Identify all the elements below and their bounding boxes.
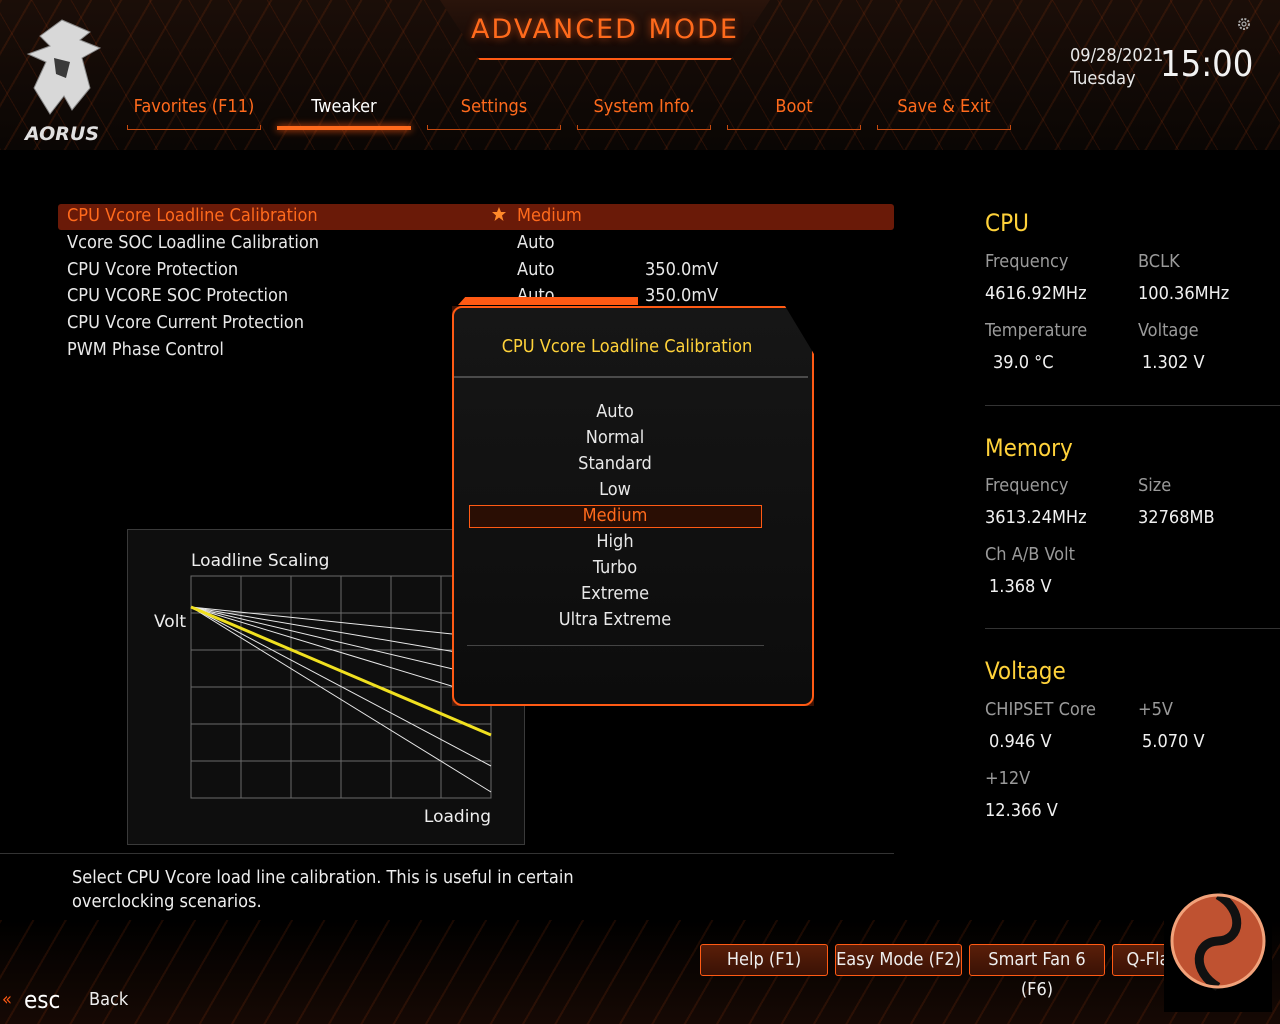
memory-size-value: 32768MB xyxy=(1138,507,1215,528)
tab-label: Save & Exit xyxy=(897,96,991,117)
plus5v-label: +5V xyxy=(1138,699,1173,720)
setting-value[interactable]: Auto xyxy=(517,232,555,259)
memory-frequency-label: Frequency xyxy=(985,475,1069,496)
tab-label: Favorites (F11) xyxy=(133,96,255,117)
memory-chab-value: 1.368 V xyxy=(989,576,1052,597)
memory-heading: Memory xyxy=(985,434,1073,462)
brand-text: AORUS xyxy=(23,123,99,145)
memory-chab-label: Ch A/B Volt xyxy=(985,544,1075,565)
date-text: 09/28/2021 xyxy=(1070,45,1164,66)
cpu-voltage-value: 1.302 V xyxy=(1142,352,1205,373)
tab-favorites[interactable]: Favorites (F11) xyxy=(127,96,261,130)
memory-size-label: Size xyxy=(1138,475,1172,496)
plus12v-value: 12.366 V xyxy=(985,800,1058,821)
gear-icon[interactable] xyxy=(1236,16,1252,32)
popup-option-auto[interactable]: Auto xyxy=(452,401,778,427)
date-display: 09/28/2021 Tuesday xyxy=(1070,44,1163,90)
cpu-temperature-value: 39.0 °C xyxy=(993,352,1054,373)
setting-extra-value: 350.0mV xyxy=(645,259,719,280)
setting-cpu-vcore-protection[interactable]: CPU Vcore Protection xyxy=(67,259,238,286)
voltage-heading: Voltage xyxy=(985,657,1066,685)
description-divider xyxy=(0,853,894,854)
tab-label: Settings xyxy=(460,96,528,117)
star-icon xyxy=(492,207,506,221)
cpu-temperature-label: Temperature xyxy=(985,320,1088,341)
graph-y-label: Volt xyxy=(154,612,186,632)
kitguru-logo xyxy=(1164,870,1272,1012)
tab-label: Tweaker xyxy=(311,96,377,117)
cpu-frequency-label: Frequency xyxy=(985,251,1069,272)
plus5v-value: 5.070 V xyxy=(1142,731,1205,752)
setting-cpu-vcore-soc-protection[interactable]: CPU VCORE SOC Protection xyxy=(67,285,288,312)
graph-x-label: Loading xyxy=(424,807,491,827)
popup-option-low[interactable]: Low xyxy=(452,479,778,505)
help-description: Select CPU Vcore load line calibration. … xyxy=(72,867,574,912)
tab-system-info[interactable]: System Info. xyxy=(577,96,711,130)
tab-label: Boot xyxy=(775,96,813,117)
day-text: Tuesday xyxy=(1070,68,1136,89)
popup-tab-accent xyxy=(458,297,638,305)
monitor-divider xyxy=(985,628,1280,629)
help-button[interactable]: Help (F1) xyxy=(700,944,828,976)
smart-fan-button[interactable]: Smart Fan 6 (F6) xyxy=(969,944,1105,1000)
setting-vcore-soc-llc[interactable]: Vcore SOC Loadline Calibration xyxy=(67,232,319,259)
easy-mode-button[interactable]: Easy Mode (F2) xyxy=(835,944,962,976)
clock: 15:00 xyxy=(1160,44,1254,85)
plus12v-label: +12V xyxy=(985,768,1031,789)
cpu-frequency-value: 4616.92MHz xyxy=(985,283,1087,304)
aorus-logo: AORUS xyxy=(23,19,102,145)
memory-frequency-value: 3613.24MHz xyxy=(985,507,1087,528)
tab-tweaker[interactable]: Tweaker xyxy=(277,96,411,130)
popup-divider xyxy=(454,376,808,378)
chipset-core-value: 0.946 V xyxy=(989,731,1052,752)
cpu-voltage-label: Voltage xyxy=(1138,320,1199,341)
setting-value[interactable]: Auto xyxy=(517,259,555,286)
chipset-core-label: CHIPSET Core xyxy=(985,699,1097,720)
popup-title: CPU Vcore Loadline Calibration xyxy=(501,336,753,357)
popup-option-standard[interactable]: Standard xyxy=(452,453,778,479)
setting-cpu-vcore-current-protection[interactable]: CPU Vcore Current Protection xyxy=(67,312,304,339)
popup-option-extreme[interactable]: Extreme xyxy=(452,583,778,609)
popup-option-high[interactable]: High xyxy=(452,531,778,557)
setting-value[interactable]: Medium xyxy=(517,205,582,232)
popup-bottom-divider xyxy=(467,645,764,646)
popup-option-ultra-extreme[interactable]: Ultra Extreme xyxy=(452,609,778,635)
tab-settings[interactable]: Settings xyxy=(427,96,561,130)
popup-option-turbo[interactable]: Turbo xyxy=(452,557,778,583)
esc-button[interactable]: esc xyxy=(24,986,60,1014)
setting-pwm-phase-control[interactable]: PWM Phase Control xyxy=(67,339,224,366)
popup-option-medium[interactable]: Medium xyxy=(452,505,778,531)
page-title: ADVANCED MODE xyxy=(471,14,739,45)
graph-title: Loadline Scaling xyxy=(191,551,329,571)
tab-save-exit[interactable]: Save & Exit xyxy=(877,96,1011,130)
cpu-bclk-value: 100.36MHz xyxy=(1138,283,1230,304)
cpu-heading: CPU xyxy=(985,209,1029,237)
chevron-left-icon: « xyxy=(2,989,12,1010)
cpu-bclk-label: BCLK xyxy=(1138,251,1180,272)
setting-cpu-vcore-llc[interactable]: CPU Vcore Loadline Calibration xyxy=(67,205,318,232)
tab-label: System Info. xyxy=(593,96,695,117)
popup-option-normal[interactable]: Normal xyxy=(452,427,778,453)
monitor-divider xyxy=(985,405,1280,406)
back-label[interactable]: Back xyxy=(89,989,128,1010)
tab-boot[interactable]: Boot xyxy=(727,96,861,130)
